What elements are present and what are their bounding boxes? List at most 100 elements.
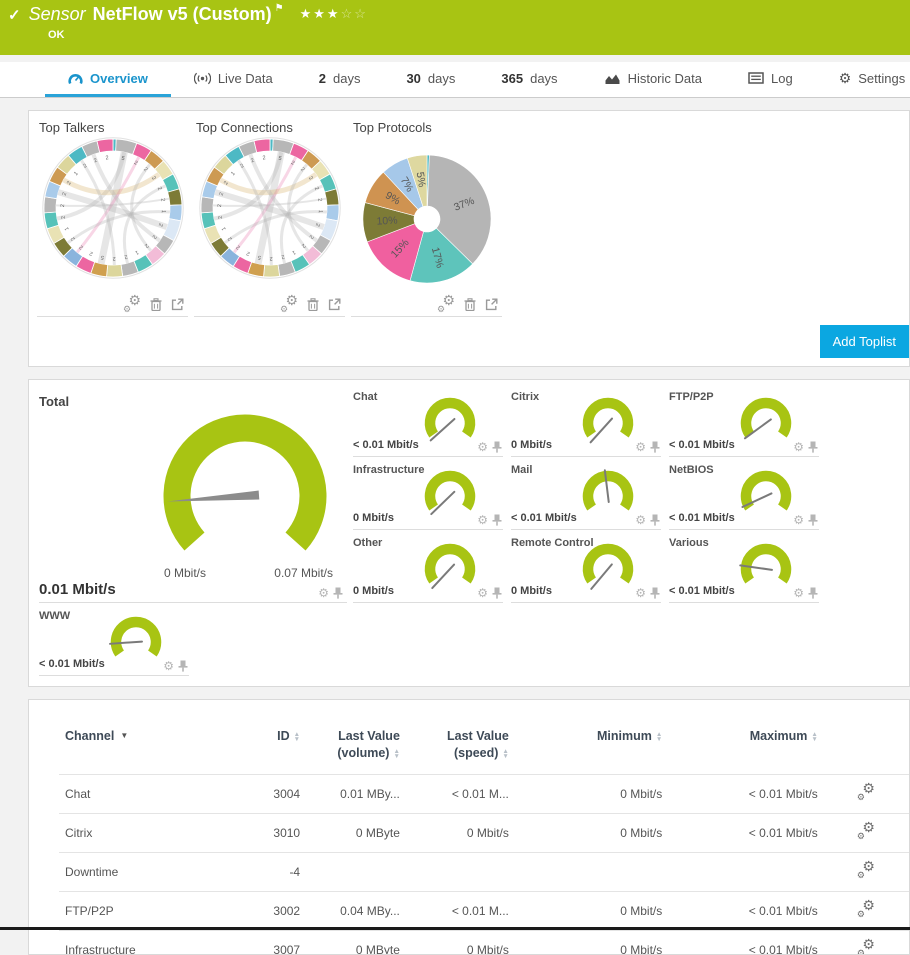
total-gauge-cell[interactable]: Total 0 Mbit/s 0.07 Mbit/s 0.01 Mbit/s ⚙ bbox=[39, 388, 347, 603]
trash-icon[interactable] bbox=[150, 298, 162, 311]
tab-30-days[interactable]: 30 days bbox=[383, 62, 478, 97]
cell-channel[interactable]: Chat bbox=[59, 773, 232, 814]
trash-icon[interactable] bbox=[307, 298, 319, 311]
column-header-maximum[interactable]: Maximum ▲ ▼ bbox=[668, 712, 824, 774]
add-toplist-button[interactable]: Add Toplist bbox=[819, 325, 909, 358]
svg-text:2: 2 bbox=[88, 250, 93, 257]
svg-text:2: 2 bbox=[159, 198, 165, 202]
cell-actions: ⚙ ⚙ bbox=[823, 773, 909, 814]
filter-arrow-icon[interactable]: ▼ bbox=[120, 731, 128, 740]
channel-settings-gears-icon[interactable]: ⚙ ⚙ bbox=[857, 937, 875, 954]
channel-settings-gears-icon[interactable]: ⚙ ⚙ bbox=[857, 781, 875, 803]
pin-icon[interactable] bbox=[178, 660, 188, 672]
channel-gauge-netbios[interactable]: NetBIOS < 0.01 Mbit/s ⚙ bbox=[669, 461, 819, 530]
pin-icon[interactable] bbox=[808, 587, 818, 599]
pin-icon[interactable] bbox=[492, 514, 502, 526]
gear-icon[interactable]: ⚙ bbox=[635, 441, 646, 453]
cell-channel[interactable]: FTP/P2P bbox=[59, 890, 232, 931]
gear-icon[interactable]: ⚙ bbox=[793, 441, 804, 453]
channel-gauge-www[interactable]: WWW < 0.01 Mbit/s ⚙ bbox=[39, 607, 189, 676]
add-toplist-row: Add Toplist bbox=[29, 317, 909, 366]
sort-arrows-icon[interactable]: ▲ ▼ bbox=[294, 731, 300, 743]
gear-icon[interactable]: ⚙ bbox=[635, 587, 646, 599]
gauge-grid: Total 0 Mbit/s 0.07 Mbit/s 0.01 Mbit/s ⚙… bbox=[29, 380, 909, 686]
channel-gauge-chat[interactable]: Chat < 0.01 Mbit/s ⚙ bbox=[353, 388, 503, 457]
gears-icon[interactable]: ⚙ ⚙ bbox=[280, 293, 298, 314]
cell-id: 3007 bbox=[231, 929, 307, 954]
column-header-id[interactable]: ID ▲ ▼ bbox=[231, 712, 306, 774]
gear-icon[interactable]: ⚙ bbox=[635, 514, 646, 526]
tab-settings[interactable]: ⚙ Settings bbox=[816, 62, 910, 97]
channel-gauge-infrastructure[interactable]: Infrastructure 0 Mbit/s ⚙ bbox=[353, 461, 503, 530]
cell-channel[interactable]: Citrix bbox=[59, 812, 232, 853]
pin-icon[interactable] bbox=[333, 587, 343, 599]
trash-icon[interactable] bbox=[464, 298, 476, 311]
star-empty-icon[interactable]: ☆ bbox=[341, 6, 355, 21]
tab-historic-data[interactable]: Historic Data bbox=[581, 62, 725, 97]
sort-arrows-icon[interactable]: ▲ ▼ bbox=[393, 748, 399, 760]
toplist-block-top-protocols: Top Protocols 37% 17% 15% 10% 9% 7% 5% ⚙ ⚙ bbox=[351, 115, 502, 317]
channel-gauge-ftp-p2p[interactable]: FTP/P2P < 0.01 Mbit/s ⚙ bbox=[669, 388, 819, 457]
priority-stars[interactable]: ★★★☆☆ bbox=[300, 6, 368, 22]
gears-icon[interactable]: ⚙ ⚙ bbox=[437, 293, 455, 314]
tab-live-data[interactable]: Live Data bbox=[171, 62, 296, 97]
channel-gauge-various[interactable]: Various < 0.01 Mbit/s ⚙ bbox=[669, 534, 819, 603]
cell-channel[interactable]: Infrastructure bbox=[59, 929, 232, 954]
sort-arrows-icon[interactable]: ▲ ▼ bbox=[502, 748, 508, 760]
cell-channel[interactable]: Downtime bbox=[59, 851, 232, 892]
pin-icon[interactable] bbox=[650, 441, 660, 453]
gear-icon[interactable]: ⚙ bbox=[793, 514, 804, 526]
pin-icon[interactable] bbox=[808, 514, 818, 526]
channel-gauge-actions: ⚙ bbox=[635, 441, 660, 453]
pie-chart[interactable]: 37% 17% 15% 10% 9% 7% 5% bbox=[351, 137, 502, 295]
channel-settings-gears-icon[interactable]: ⚙ ⚙ bbox=[857, 898, 875, 920]
column-header-last-value[interactable]: Last Value (volume) ▲ ▼ bbox=[306, 712, 406, 774]
tab-overview[interactable]: Overview bbox=[45, 62, 171, 97]
column-header-channel[interactable]: Channel ▼ bbox=[59, 712, 231, 774]
pin-icon[interactable] bbox=[808, 441, 818, 453]
external-link-icon[interactable] bbox=[171, 298, 184, 311]
tab-365-days[interactable]: 365 days bbox=[478, 62, 580, 97]
column-header-last-value[interactable]: Last Value (speed) ▲ ▼ bbox=[406, 712, 515, 774]
external-link-icon[interactable] bbox=[485, 298, 498, 311]
gear-icon[interactable]: ⚙ bbox=[163, 660, 174, 672]
table-row-downtime: Downtime -4 ⚙ ⚙ bbox=[59, 851, 909, 892]
pin-icon[interactable] bbox=[650, 514, 660, 526]
external-link-icon[interactable] bbox=[328, 298, 341, 311]
gear-icon[interactable]: ⚙ bbox=[477, 514, 488, 526]
channel-gauge-remote-control[interactable]: Remote Control 0 Mbit/s ⚙ bbox=[511, 534, 661, 603]
pin-icon[interactable] bbox=[492, 587, 502, 599]
toplist-charts-row: Top Talkers 5 2 2 2 2 2 1 2 2 2 1 2 2 5 2 2 2 1 2 2 2 2 1 2 2 2 ⚙ ⚙ T… bbox=[29, 111, 909, 317]
column-header-minimum[interactable]: Minimum ▲ ▼ bbox=[515, 712, 668, 774]
gears-icon[interactable]: ⚙ ⚙ bbox=[123, 293, 141, 314]
channel-settings-gears-icon[interactable]: ⚙ ⚙ bbox=[857, 820, 875, 842]
star-filled-icon[interactable]: ★ bbox=[300, 6, 314, 21]
cell-maximum bbox=[668, 851, 824, 892]
channel-gauge-other[interactable]: Other 0 Mbit/s ⚙ bbox=[353, 534, 503, 603]
sort-arrows-icon[interactable]: ▲ ▼ bbox=[656, 731, 662, 743]
channel-settings-gears-icon[interactable]: ⚙ ⚙ bbox=[857, 859, 875, 881]
chord-chart[interactable]: 52222212221225222122221222 bbox=[194, 137, 345, 295]
channel-gauge-mail[interactable]: Mail < 0.01 Mbit/s ⚙ bbox=[511, 461, 661, 530]
star-filled-icon[interactable]: ★ bbox=[327, 6, 341, 21]
tab-label: Live Data bbox=[217, 70, 273, 86]
gear-icon[interactable]: ⚙ bbox=[477, 441, 488, 453]
gear-icon[interactable]: ⚙ bbox=[318, 587, 329, 599]
gear-icon[interactable]: ⚙ bbox=[793, 587, 804, 599]
flag-icon[interactable]: ⚑ bbox=[275, 3, 284, 14]
pin-icon[interactable] bbox=[650, 587, 660, 599]
channel-gauge-citrix[interactable]: Citrix 0 Mbit/s ⚙ bbox=[511, 388, 661, 457]
gear-icon[interactable]: ⚙ bbox=[477, 587, 488, 599]
chord-chart[interactable]: 52222212221225222122221222 bbox=[37, 137, 188, 295]
gauge-icon bbox=[68, 72, 83, 85]
pin-icon[interactable] bbox=[492, 441, 502, 453]
tab-2-days[interactable]: 2 days bbox=[296, 62, 384, 97]
table-row-chat: Chat 3004 0.01 MBy... < 0.01 M... 0 Mbit/s < … bbox=[59, 773, 909, 814]
channel-gauge-value: < 0.01 Mbit/s bbox=[669, 585, 735, 597]
tab-log[interactable]: Log bbox=[725, 62, 816, 97]
star-empty-icon[interactable]: ☆ bbox=[354, 6, 368, 21]
toplist-actions: ⚙ ⚙ bbox=[194, 293, 345, 317]
star-filled-icon[interactable]: ★ bbox=[313, 6, 327, 21]
sort-arrows-icon[interactable]: ▲ ▼ bbox=[811, 731, 817, 743]
live-data-icon bbox=[193, 72, 211, 85]
